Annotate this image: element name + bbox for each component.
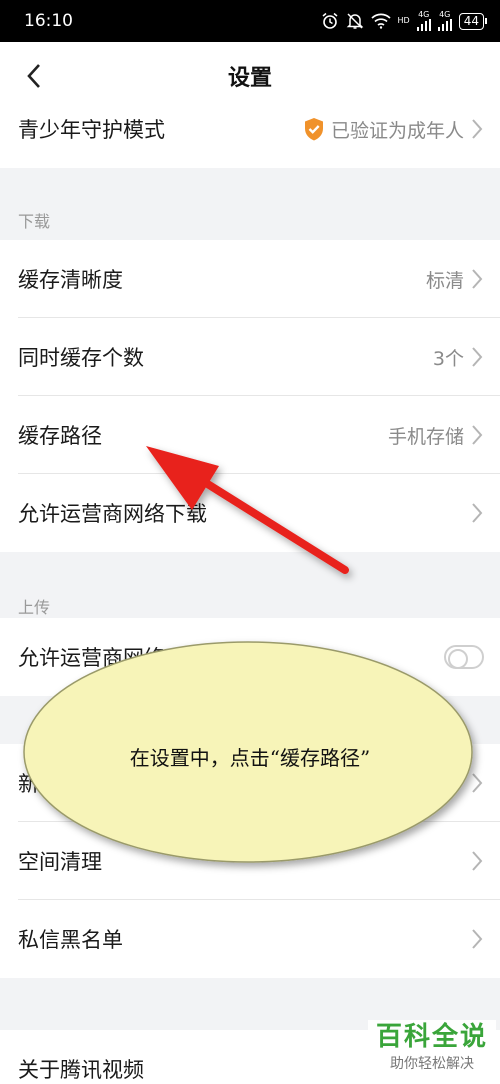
cache-path-label: 缓存路径	[18, 424, 102, 448]
carrier-upload-toggle[interactable]	[444, 645, 484, 669]
space-cleanup-label: 空间清理	[18, 850, 102, 874]
section-header-upload: 上传	[18, 598, 51, 617]
chevron-right-icon	[472, 269, 483, 289]
shield-check-icon	[304, 118, 323, 141]
concurrent-cache-row[interactable]: 同时缓存个数 3个	[0, 318, 500, 396]
concurrent-cache-value: 3个	[432, 347, 464, 370]
status-icons: HD 4G 4G 44	[321, 10, 488, 31]
blocklist-label: 私信黑名单	[18, 928, 123, 952]
chevron-right-icon	[472, 929, 483, 949]
space-cleanup-row[interactable]: 空间清理	[0, 822, 500, 900]
status-bar: 16:10 HD 4G 4G 44	[0, 0, 500, 42]
page-title: 设置	[227, 66, 272, 91]
status-time: 16:10	[24, 11, 73, 31]
cache-path-row[interactable]: 缓存路径 手机存储	[0, 396, 500, 474]
cache-quality-row[interactable]: 缓存清晰度 标清	[0, 240, 500, 318]
chevron-right-icon	[472, 503, 483, 523]
alarm-icon	[322, 12, 338, 29]
watermark-main: 百科全说	[375, 1022, 488, 1052]
settings-group-account: 青少年守护模式 已验证为成年人	[0, 110, 500, 168]
carrier-upload-row[interactable]: 允许运营商网络	[0, 618, 500, 696]
teen-mode-value: 已验证为成年人	[330, 119, 464, 142]
teen-mode-row[interactable]: 青少年守护模式 已验证为成年人	[0, 100, 500, 158]
chevron-right-icon	[472, 425, 483, 445]
cache-path-value: 手机存储	[387, 425, 464, 448]
signal-icon	[416, 19, 431, 31]
concurrent-cache-label: 同时缓存个数	[18, 346, 144, 370]
callout-text: 在设置中，点击“缓存路径”	[129, 746, 371, 770]
watermark-logo: 百科全说 助你轻松解决	[368, 1020, 496, 1082]
network-hd-label: HD	[397, 16, 410, 25]
blocklist-row[interactable]: 私信黑名单	[0, 900, 500, 978]
signal-a: 4G	[416, 10, 431, 31]
about-label: 关于腾讯视频	[18, 1058, 144, 1082]
chevron-right-icon	[472, 347, 483, 367]
bell-off-icon	[346, 13, 363, 29]
teen-mode-label: 青少年守护模式	[18, 118, 165, 142]
settings-group-download: 缓存清晰度 标清 同时缓存个数 3个 缓存路径 手机存储 允许运营商网络下载	[0, 240, 500, 552]
cache-quality-label: 缓存清晰度	[18, 268, 123, 292]
signal-icon	[437, 19, 452, 31]
chevron-right-icon	[472, 773, 483, 793]
signal-b: 4G	[437, 10, 452, 31]
watermark-sub: 助你轻松解决	[390, 1056, 474, 1072]
carrier-download-label: 允许运营商网络下载	[18, 502, 207, 526]
section-header-download: 下载	[18, 212, 51, 231]
settings-group-other: 新 空间清理 私信黑名单	[0, 744, 500, 978]
chevron-right-icon	[472, 119, 483, 139]
network-4g-label: 4G	[439, 10, 451, 19]
chevron-right-icon	[472, 851, 483, 871]
battery-icon: 44	[458, 12, 488, 30]
wifi-icon	[370, 13, 391, 29]
settings-group-upload: 允许运营商网络	[0, 618, 500, 696]
carrier-upload-label: 允许运营商网络	[18, 646, 165, 670]
hidden-row-label: 新	[18, 772, 39, 796]
network-4g-label: 4G	[418, 10, 430, 19]
carrier-download-row[interactable]: 允许运营商网络下载	[0, 474, 500, 552]
cache-quality-value: 标清	[425, 269, 464, 292]
